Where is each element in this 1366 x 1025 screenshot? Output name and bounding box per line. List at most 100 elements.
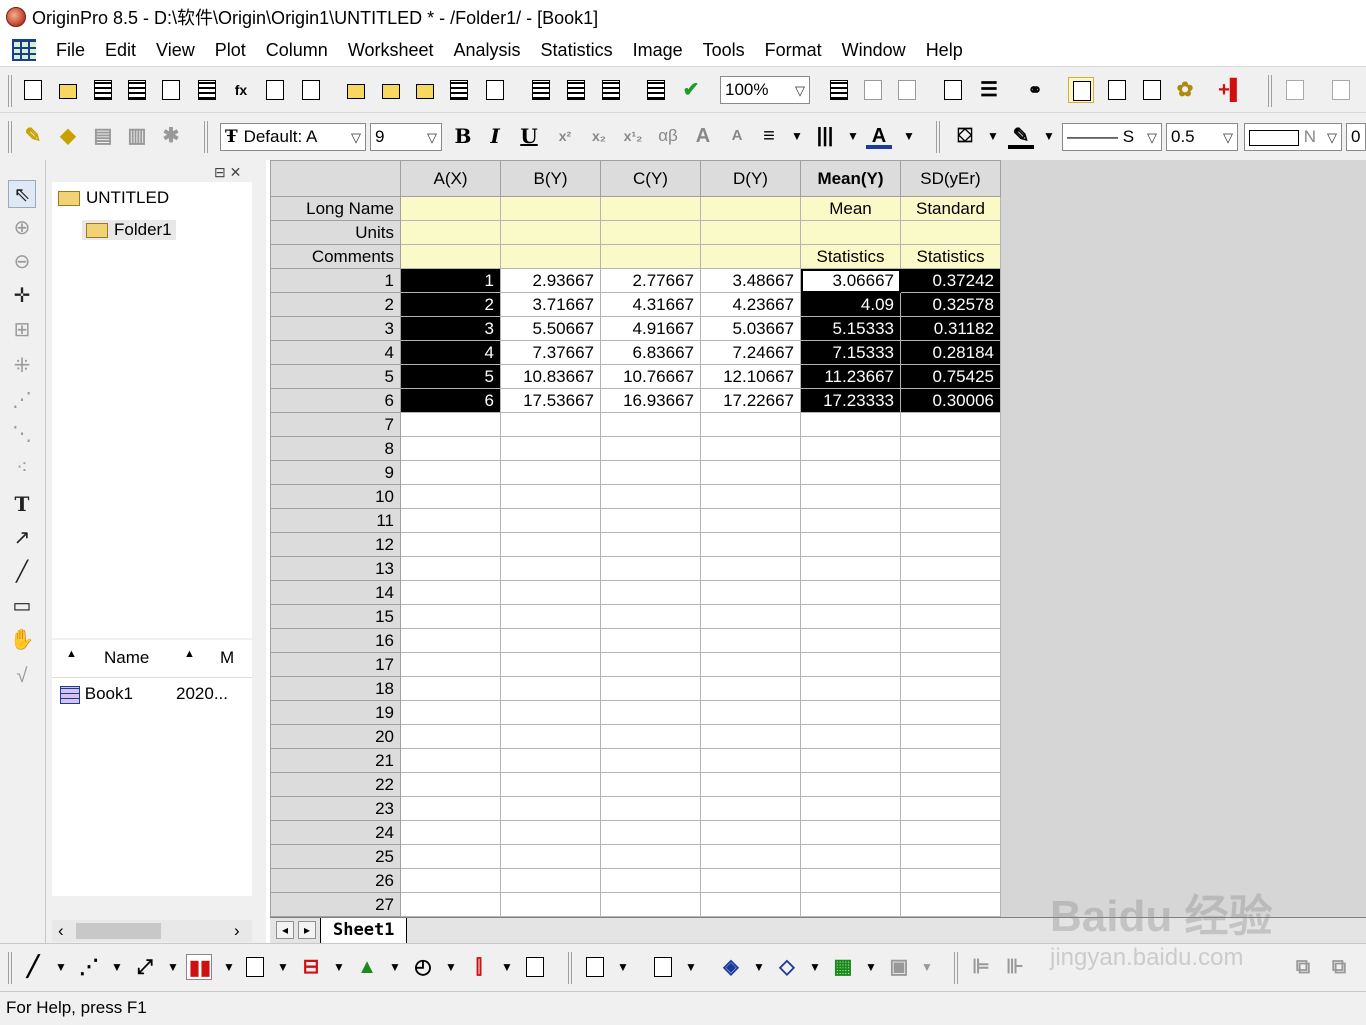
data-cell[interactable]: 10.83667 <box>500 364 601 389</box>
data-cell[interactable] <box>500 460 601 485</box>
data-cell[interactable] <box>600 604 701 629</box>
data-cell[interactable]: 5 <box>400 364 501 389</box>
data-cell[interactable]: 0.37242 <box>900 268 1001 293</box>
new-matrix-icon[interactable] <box>194 77 220 103</box>
menu-window[interactable]: Window <box>832 35 916 65</box>
data-cell[interactable]: 4.09 <box>800 292 901 317</box>
data-cell[interactable] <box>400 796 501 821</box>
text-tool-icon[interactable]: T <box>8 490 36 518</box>
data-cell[interactable] <box>400 532 501 557</box>
data-cell[interactable] <box>500 748 601 773</box>
data-cell[interactable] <box>600 508 701 533</box>
comments-cell[interactable] <box>700 244 801 269</box>
data-cell[interactable] <box>800 676 901 701</box>
row-number[interactable]: 18 <box>270 676 401 701</box>
data-cell[interactable] <box>900 412 1001 437</box>
data-cell[interactable] <box>400 580 501 605</box>
tree-folder1[interactable]: Folder1 <box>82 220 176 240</box>
chevron-down-icon[interactable]: ▼ <box>382 954 408 980</box>
data-cell[interactable] <box>400 604 501 629</box>
contour-icon[interactable]: ▦ <box>830 954 856 980</box>
data-cell[interactable]: 6 <box>400 388 501 413</box>
ungroup-icon[interactable]: ⧉ <box>1326 954 1352 980</box>
area-plot-icon[interactable]: ▲ <box>354 954 380 980</box>
data-cell[interactable]: 7.15333 <box>800 340 901 365</box>
script-window-icon[interactable] <box>1104 77 1130 103</box>
save-project-icon[interactable] <box>446 77 472 103</box>
print-preview-icon[interactable] <box>860 77 886 103</box>
data-cell[interactable] <box>900 580 1001 605</box>
data-cell[interactable] <box>700 580 801 605</box>
data-cell[interactable] <box>600 580 701 605</box>
data-cell[interactable] <box>800 556 901 581</box>
data-cell[interactable] <box>700 772 801 797</box>
decrease-font-icon[interactable]: A <box>724 123 750 149</box>
data-cell[interactable] <box>600 460 701 485</box>
stock-plot-icon[interactable]: ⫿ <box>466 954 492 980</box>
data-cell[interactable] <box>800 748 901 773</box>
data-cell[interactable] <box>500 868 601 893</box>
new-project-icon[interactable] <box>20 77 46 103</box>
data-cell[interactable] <box>800 412 901 437</box>
long-name-cell[interactable] <box>600 196 701 221</box>
units-cell[interactable] <box>800 220 901 245</box>
data-cell[interactable] <box>400 628 501 653</box>
data-cell[interactable] <box>500 676 601 701</box>
data-cell[interactable] <box>800 508 901 533</box>
font-color-icon[interactable]: A <box>866 123 892 149</box>
data-cell[interactable] <box>600 892 701 917</box>
menu-statistics[interactable]: Statistics <box>531 35 623 65</box>
data-cell[interactable]: 2 <box>400 292 501 317</box>
copy-format-icon[interactable]: ▤ <box>90 123 116 149</box>
long-name-cell[interactable]: Standard <box>900 196 1001 221</box>
data-cell[interactable] <box>400 412 501 437</box>
data-cell[interactable] <box>900 628 1001 653</box>
data-cell[interactable] <box>500 628 601 653</box>
row-label-comments[interactable]: Comments <box>270 244 401 269</box>
data-cell[interactable] <box>700 556 801 581</box>
data-cell[interactable] <box>800 700 901 725</box>
menu-edit[interactable]: Edit <box>95 35 146 65</box>
row-number[interactable]: 20 <box>270 724 401 749</box>
row-number[interactable]: 11 <box>270 508 401 533</box>
data-cell[interactable] <box>800 460 901 485</box>
chevron-down-icon[interactable]: ▼ <box>980 123 1006 149</box>
row-number[interactable]: 8 <box>270 436 401 461</box>
data-cell[interactable] <box>900 676 1001 701</box>
chevron-down-icon[interactable]: ▼ <box>840 123 866 149</box>
data-cell[interactable] <box>800 868 901 893</box>
long-name-cell[interactable] <box>500 196 601 221</box>
underline-button[interactable]: U <box>516 123 542 149</box>
data-cell[interactable] <box>500 484 601 509</box>
align-left-icon[interactable]: ≡ <box>756 123 782 149</box>
data-cell[interactable] <box>600 436 701 461</box>
column-header[interactable]: Mean(Y) <box>800 160 901 197</box>
greek-button[interactable]: αβ <box>652 123 684 149</box>
data-cell[interactable]: 17.53667 <box>500 388 601 413</box>
row-number[interactable]: 15 <box>270 604 401 629</box>
zoom-in-icon[interactable]: ⊕ <box>8 214 36 242</box>
data-cell[interactable] <box>900 556 1001 581</box>
data-cell[interactable] <box>500 772 601 797</box>
column-header[interactable]: C(Y) <box>600 160 701 197</box>
chevron-down-icon[interactable]: ▼ <box>160 954 186 980</box>
3d-bar-icon[interactable] <box>650 954 676 980</box>
units-cell[interactable] <box>500 220 601 245</box>
data-cell[interactable]: 3.06667 <box>800 268 901 293</box>
data-cell[interactable]: 2.93667 <box>500 268 601 293</box>
statistics-plot-icon[interactable]: ⊟ <box>298 954 324 980</box>
recalculate-icon[interactable] <box>643 77 669 103</box>
zoom-out-icon[interactable]: ⊖ <box>8 248 36 276</box>
data-cell[interactable] <box>700 724 801 749</box>
data-cell[interactable] <box>400 484 501 509</box>
data-cell[interactable] <box>400 556 501 581</box>
chevron-down-icon[interactable]: ▼ <box>896 123 922 149</box>
scroll-right-icon[interactable]: › <box>234 921 240 941</box>
corner-cell[interactable] <box>270 160 401 197</box>
column-plot-icon[interactable]: ▮▮ <box>186 954 212 980</box>
import-wizard-icon[interactable] <box>528 77 554 103</box>
add-column-icon[interactable]: +▌ <box>1218 77 1244 103</box>
list-item[interactable]: Book1 2020... <box>60 684 250 704</box>
column-header[interactable]: D(Y) <box>700 160 801 197</box>
data-cell[interactable] <box>700 892 801 917</box>
